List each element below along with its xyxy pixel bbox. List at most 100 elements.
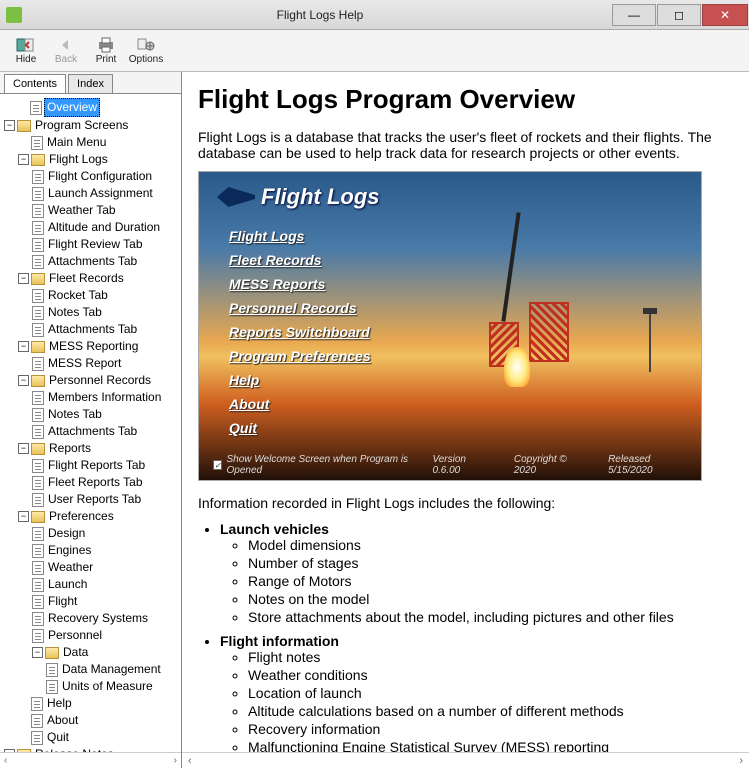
tree-fleet-reports[interactable]: Fleet Reports Tab	[46, 474, 145, 491]
folder-icon	[31, 443, 45, 455]
page-icon	[32, 493, 44, 507]
tree-notes-tab[interactable]: Notes Tab	[46, 304, 104, 321]
tree-units-measure[interactable]: Units of Measure	[60, 678, 155, 695]
tree-notes-tab-2[interactable]: Notes Tab	[46, 406, 104, 423]
page-icon	[31, 136, 43, 150]
folder-icon	[17, 120, 31, 132]
hero-logo: Flight Logs	[217, 184, 380, 210]
tree-alt-dur[interactable]: Altitude and Duration	[46, 219, 162, 236]
intro-text: Flight Logs is a database that tracks th…	[198, 129, 733, 161]
page-icon	[32, 544, 44, 558]
toggle-icon[interactable]	[18, 375, 29, 386]
hide-icon	[16, 37, 36, 53]
toggle-icon[interactable]	[32, 647, 43, 658]
tree-help[interactable]: Help	[45, 695, 74, 712]
tree-mess-report[interactable]: MESS Report	[46, 355, 123, 372]
tree-attachments-2[interactable]: Attachments Tab	[46, 321, 139, 338]
tree-flight-config[interactable]: Flight Configuration	[46, 168, 154, 185]
options-button[interactable]: Options	[126, 32, 166, 70]
tree-data[interactable]: Data	[61, 644, 90, 661]
folder-icon	[31, 375, 45, 387]
toggle-icon[interactable]	[18, 154, 29, 165]
close-button[interactable]: ✕	[702, 4, 748, 26]
tree-fleet-records[interactable]: Fleet Records	[47, 270, 126, 287]
nav-scrollbar[interactable]: ‹›	[0, 752, 181, 768]
page-icon	[32, 595, 44, 609]
rocket-icon	[501, 212, 520, 321]
light-pole-icon	[649, 312, 651, 372]
tree-flight-reports[interactable]: Flight Reports Tab	[46, 457, 147, 474]
hero-copyright: Copyright © 2020	[514, 454, 586, 476]
toolbar: Hide Back Print Options	[0, 30, 749, 72]
maximize-button[interactable]: ◻	[657, 4, 701, 26]
tree-about[interactable]: About	[45, 712, 80, 729]
tree-preferences[interactable]: Preferences	[47, 508, 116, 525]
toggle-icon[interactable]	[18, 273, 29, 284]
list-item: Location of launch	[248, 685, 733, 701]
tree-weather[interactable]: Weather	[46, 559, 95, 576]
hero-link[interactable]: Quit	[229, 420, 371, 436]
tree-main-menu[interactable]: Main Menu	[45, 134, 108, 151]
hero-link[interactable]: MESS Reports	[229, 276, 371, 292]
minimize-button[interactable]: —	[612, 4, 656, 26]
toggle-icon[interactable]	[18, 341, 29, 352]
hero-link[interactable]: Program Preferences	[229, 348, 371, 364]
tree-design[interactable]: Design	[46, 525, 87, 542]
page-icon	[32, 578, 44, 592]
list-item: Malfunctioning Engine Statistical Survey…	[248, 739, 733, 752]
tree-members-info[interactable]: Members Information	[46, 389, 163, 406]
hero-link[interactable]: Flight Logs	[229, 228, 371, 244]
tab-contents[interactable]: Contents	[4, 74, 66, 93]
hero-link[interactable]: Fleet Records	[229, 252, 371, 268]
flame-icon	[504, 347, 530, 387]
back-label: Back	[55, 54, 77, 65]
tree-personnel-records[interactable]: Personnel Records	[47, 372, 153, 389]
tree-weather-tab[interactable]: Weather Tab	[46, 202, 118, 219]
print-button[interactable]: Print	[86, 32, 126, 70]
tree-personnel[interactable]: Personnel	[46, 627, 104, 644]
tree-reports[interactable]: Reports	[47, 440, 93, 457]
hero-link[interactable]: Reports Switchboard	[229, 324, 371, 340]
tree-flight-review[interactable]: Flight Review Tab	[46, 236, 145, 253]
tree-data-mgmt[interactable]: Data Management	[60, 661, 163, 678]
tab-index[interactable]: Index	[68, 74, 113, 93]
tree-rocket-tab[interactable]: Rocket Tab	[46, 287, 110, 304]
contents-tree: Overview Program Screens Main Menu Fligh…	[0, 94, 181, 752]
app-icon	[6, 7, 22, 23]
tree-launch[interactable]: Launch	[46, 576, 89, 593]
hero-link[interactable]: Personnel Records	[229, 300, 371, 316]
content-scrollbar[interactable]: ‹›	[182, 752, 749, 768]
tree-overview[interactable]: Overview	[44, 98, 100, 117]
tree-flight-logs[interactable]: Flight Logs	[47, 151, 110, 168]
hero-logo-text: Flight Logs	[261, 184, 380, 210]
hide-label: Hide	[16, 54, 37, 65]
toggle-icon[interactable]	[4, 120, 15, 131]
tree-recovery-systems[interactable]: Recovery Systems	[46, 610, 150, 627]
page-icon	[32, 612, 44, 626]
tree-program-screens[interactable]: Program Screens	[33, 117, 130, 134]
section-launch-vehicles: Launch vehicles	[220, 521, 329, 537]
list-item: Flight notes	[248, 649, 733, 665]
hide-button[interactable]: Hide	[6, 32, 46, 70]
tree-user-reports[interactable]: User Reports Tab	[46, 491, 143, 508]
print-label: Print	[96, 54, 117, 65]
page-icon	[31, 697, 43, 711]
back-icon	[56, 37, 76, 53]
hero-link[interactable]: Help	[229, 372, 371, 388]
tree-quit[interactable]: Quit	[45, 729, 71, 746]
tree-attachments-3[interactable]: Attachments Tab	[46, 423, 139, 440]
list-item: Store attachments about the model, inclu…	[248, 609, 733, 625]
tree-launch-assign[interactable]: Launch Assignment	[46, 185, 155, 202]
tree-attachments[interactable]: Attachments Tab	[46, 253, 139, 270]
hero-menu: Flight Logs Fleet Records MESS Reports P…	[229, 228, 371, 444]
checkbox-icon[interactable]: ✓	[213, 460, 222, 470]
launch-tower-icon	[529, 302, 569, 362]
hero-link[interactable]: About	[229, 396, 371, 412]
page-icon	[32, 459, 44, 473]
toggle-icon[interactable]	[18, 511, 29, 522]
tree-engines[interactable]: Engines	[46, 542, 93, 559]
welcome-label: Show Welcome Screen when Program is Open…	[226, 454, 432, 476]
toggle-icon[interactable]	[18, 443, 29, 454]
tree-mess-reporting[interactable]: MESS Reporting	[47, 338, 140, 355]
tree-flight[interactable]: Flight	[46, 593, 79, 610]
